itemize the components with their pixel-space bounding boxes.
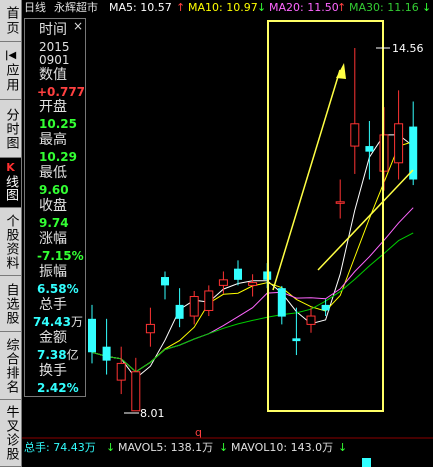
footer-mavol10: MAVOL10: 143.0万 bbox=[231, 441, 334, 454]
min-price-label: 8.01 bbox=[140, 407, 165, 420]
candle[interactable] bbox=[204, 285, 214, 317]
candle-body bbox=[335, 201, 345, 204]
candle-body bbox=[292, 338, 301, 342]
candle-body bbox=[116, 362, 126, 381]
candle[interactable] bbox=[335, 179, 345, 219]
max-price-label: 14.56 bbox=[392, 42, 424, 55]
volume-label: 总手 bbox=[39, 297, 67, 313]
high-value: 10.29 bbox=[39, 150, 77, 164]
amplitude-value: 6.58% bbox=[37, 282, 79, 296]
chart-marker-q: q bbox=[195, 426, 202, 439]
amount-number: 7.38 bbox=[37, 348, 67, 362]
candle[interactable] bbox=[131, 357, 141, 412]
candle-group bbox=[88, 48, 418, 412]
candle-body bbox=[365, 146, 374, 152]
candle[interactable] bbox=[175, 288, 184, 328]
candle-body bbox=[102, 346, 111, 361]
moving-average-lines bbox=[91, 134, 414, 380]
candle-body bbox=[234, 268, 242, 280]
year-value: 2015 bbox=[39, 40, 70, 54]
candle[interactable] bbox=[161, 271, 169, 300]
amount-value: 7.38亿 bbox=[37, 348, 79, 362]
trend-arrow-2-shaft bbox=[317, 169, 414, 271]
footer-volume-arrow-icon: ↓ bbox=[106, 441, 116, 454]
ma30-line bbox=[91, 232, 414, 373]
value-value: +0.777 bbox=[37, 85, 86, 99]
date-value: 0901 bbox=[39, 53, 70, 67]
volume-number: 74.43 bbox=[33, 315, 71, 329]
candle-body bbox=[218, 279, 228, 286]
highlight-box bbox=[267, 20, 384, 412]
info-panel: × 时间 2015 0901 数值 +0.777 开盘 10.25 最高 10.… bbox=[24, 18, 86, 397]
candle[interactable] bbox=[365, 121, 374, 180]
candle[interactable] bbox=[102, 318, 111, 375]
candle[interactable] bbox=[321, 299, 330, 317]
trend-arrow-2 bbox=[317, 169, 414, 271]
candle-body bbox=[145, 323, 155, 334]
amount-label: 金额 bbox=[39, 330, 67, 346]
candle-body bbox=[409, 126, 418, 180]
kline-window: 首页 |◀ 应用 分时图 K 线图 个股资料 自选股 综合排名 牛叉诊股 日线 bbox=[0, 0, 433, 467]
candle-body bbox=[321, 304, 330, 311]
candle-body bbox=[306, 315, 316, 325]
trend-arrow-1 bbox=[272, 63, 346, 291]
candle-body bbox=[161, 277, 169, 286]
candle-body bbox=[175, 304, 184, 319]
ma5-line bbox=[91, 134, 414, 380]
open-label: 开盘 bbox=[39, 99, 67, 115]
ma10-line bbox=[91, 141, 414, 373]
footer-mavol10-arrow-icon: ↓ bbox=[338, 441, 348, 454]
candle[interactable] bbox=[88, 304, 96, 364]
low-value: 9.60 bbox=[39, 183, 69, 197]
turnover-value: 2.42% bbox=[37, 381, 79, 395]
candle[interactable] bbox=[218, 271, 228, 294]
candle-body bbox=[88, 318, 96, 353]
trend-arrow-1-head bbox=[336, 63, 346, 79]
candle[interactable] bbox=[350, 48, 360, 174]
footer-mavol5: MAVOL5: 138.1万 bbox=[118, 441, 214, 454]
candle-body bbox=[394, 123, 404, 164]
turnover-label: 换手 bbox=[39, 363, 67, 379]
candle[interactable] bbox=[292, 307, 301, 356]
low-label: 最低 bbox=[39, 165, 67, 181]
amount-unit: 亿 bbox=[66, 348, 79, 362]
candle[interactable] bbox=[234, 260, 242, 286]
high-label: 最高 bbox=[39, 132, 67, 148]
volume-footer: 总手: 74.43万 ↓ MAVOL5: 138.1万 ↓ MAVOL10: 1… bbox=[22, 440, 433, 456]
amplitude-label: 振幅 bbox=[39, 264, 67, 280]
candle-body bbox=[131, 371, 141, 412]
volume-value: 74.43万 bbox=[33, 315, 83, 329]
candle-body bbox=[350, 123, 360, 147]
footer-volume: 总手: 74.43万 bbox=[24, 441, 96, 454]
candle[interactable] bbox=[394, 90, 404, 180]
time-label: 时间 bbox=[39, 22, 67, 38]
close-label: 收盘 bbox=[39, 198, 67, 214]
candle-body bbox=[248, 282, 258, 286]
candle-body bbox=[204, 290, 214, 311]
candle[interactable] bbox=[116, 346, 126, 395]
candle-body bbox=[277, 288, 286, 317]
candle[interactable] bbox=[248, 274, 258, 297]
change-label: 涨幅 bbox=[39, 231, 67, 247]
candle[interactable] bbox=[145, 307, 155, 347]
volume-unit: 万 bbox=[70, 315, 83, 329]
footer-mavol5-arrow-icon: ↓ bbox=[219, 441, 229, 454]
candle[interactable] bbox=[189, 290, 199, 325]
change-value: -7.15% bbox=[37, 249, 84, 263]
value-label: 数值 bbox=[39, 67, 67, 83]
candle[interactable] bbox=[306, 307, 316, 333]
candle-body bbox=[189, 296, 199, 317]
close-icon[interactable]: × bbox=[73, 20, 83, 32]
volume-bar bbox=[362, 458, 371, 467]
candle[interactable] bbox=[277, 285, 286, 325]
close-value: 9.74 bbox=[39, 216, 69, 230]
open-value: 10.25 bbox=[39, 117, 77, 131]
